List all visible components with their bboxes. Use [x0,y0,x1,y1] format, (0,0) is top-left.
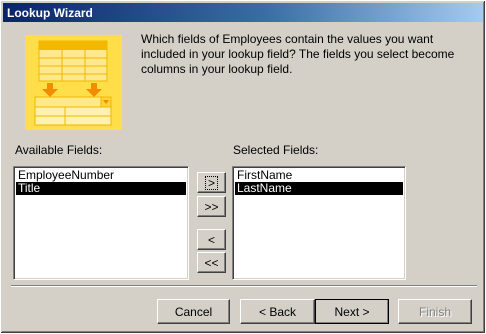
next-button[interactable]: Next > [315,299,389,324]
finish-button[interactable]: Finish [398,299,472,324]
cancel-button[interactable]: Cancel [157,299,230,324]
table-to-lookup-icon [34,40,112,126]
selected-fields-label: Selected Fields: [233,143,319,157]
lookup-wizard-window: Lookup Wizard Which fields of Employees … [0,0,486,334]
add-all-fields-button[interactable]: >> [197,196,226,217]
available-fields-list[interactable]: EmployeeNumber Title [13,166,189,280]
list-item[interactable]: EmployeeNumber [16,169,186,182]
lookup-illustration [25,35,122,130]
selected-fields-list[interactable]: FirstName LastName [232,166,406,280]
window-title: Lookup Wizard [7,5,93,20]
title-bar[interactable]: Lookup Wizard [3,3,483,22]
back-button[interactable]: < Back [240,299,315,324]
available-fields-label: Available Fields: [15,143,103,157]
instructions-text: Which fields of Employees contain the va… [141,32,455,76]
add-field-button[interactable]: > [197,172,226,193]
remove-all-fields-button[interactable]: << [197,252,226,273]
list-item[interactable]: LastName [235,182,403,195]
footer-divider [11,285,477,287]
list-item[interactable]: Title [16,182,186,195]
remove-field-button[interactable]: < [197,229,226,250]
